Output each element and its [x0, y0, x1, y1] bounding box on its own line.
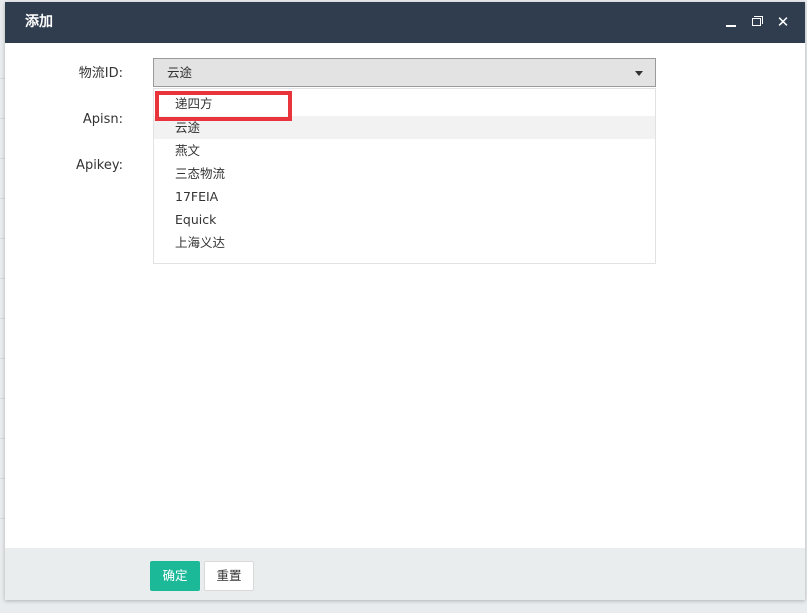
- dropdown-option-label: 上海义达: [175, 235, 226, 250]
- logistics-id-select-value: 云途: [167, 65, 193, 80]
- caret-down-icon[interactable]: [635, 71, 643, 76]
- apikey-label: Apikey:: [76, 158, 123, 173]
- logistics-id-label: 物流ID:: [78, 66, 123, 81]
- close-icon[interactable]: ✕: [774, 13, 792, 31]
- dialog-footer: 确定 重置: [5, 548, 805, 600]
- maximize-icon[interactable]: [749, 13, 767, 31]
- dialog-titlebar[interactable]: 添加 ✕: [5, 2, 805, 43]
- dialog-title: 添加: [25, 14, 53, 30]
- dropdown-option-17feia[interactable]: 17FEIA: [154, 185, 655, 208]
- dropdown-option-label: 递四方: [175, 96, 213, 111]
- dropdown-option-label: 云途: [175, 120, 201, 135]
- dropdown-option-shanghai-yida[interactable]: 上海义达: [154, 231, 655, 254]
- dropdown-option-label: Equick: [175, 212, 217, 227]
- apisn-label: Apisn:: [82, 112, 123, 127]
- dropdown-option-label: 17FEIA: [175, 189, 219, 204]
- minimize-icon[interactable]: [723, 13, 741, 31]
- dropdown-option-equick[interactable]: Equick: [154, 208, 655, 231]
- dropdown-option-label: 燕文: [175, 143, 201, 158]
- dropdown-option-label: 三态物流: [175, 166, 226, 181]
- dropdown-option-disifang[interactable]: 递四方: [154, 92, 655, 115]
- reset-button[interactable]: 重置: [204, 561, 254, 591]
- dropdown-option-yanwen[interactable]: 燕文: [154, 139, 655, 162]
- dropdown-option-santai[interactable]: 三态物流: [154, 162, 655, 185]
- dropdown-option-yuntu[interactable]: 云途: [154, 116, 655, 139]
- logistics-id-dropdown: 递四方 云途 燕文 三态物流 17FEIA Equick 上海义达: [153, 88, 656, 264]
- confirm-button[interactable]: 确定: [150, 561, 200, 591]
- logistics-id-select[interactable]: 云途: [153, 58, 656, 87]
- add-dialog: 添加 ✕ 物流ID: Apisn: Apikey: 云途 递四方 云途 燕文 三…: [5, 2, 805, 600]
